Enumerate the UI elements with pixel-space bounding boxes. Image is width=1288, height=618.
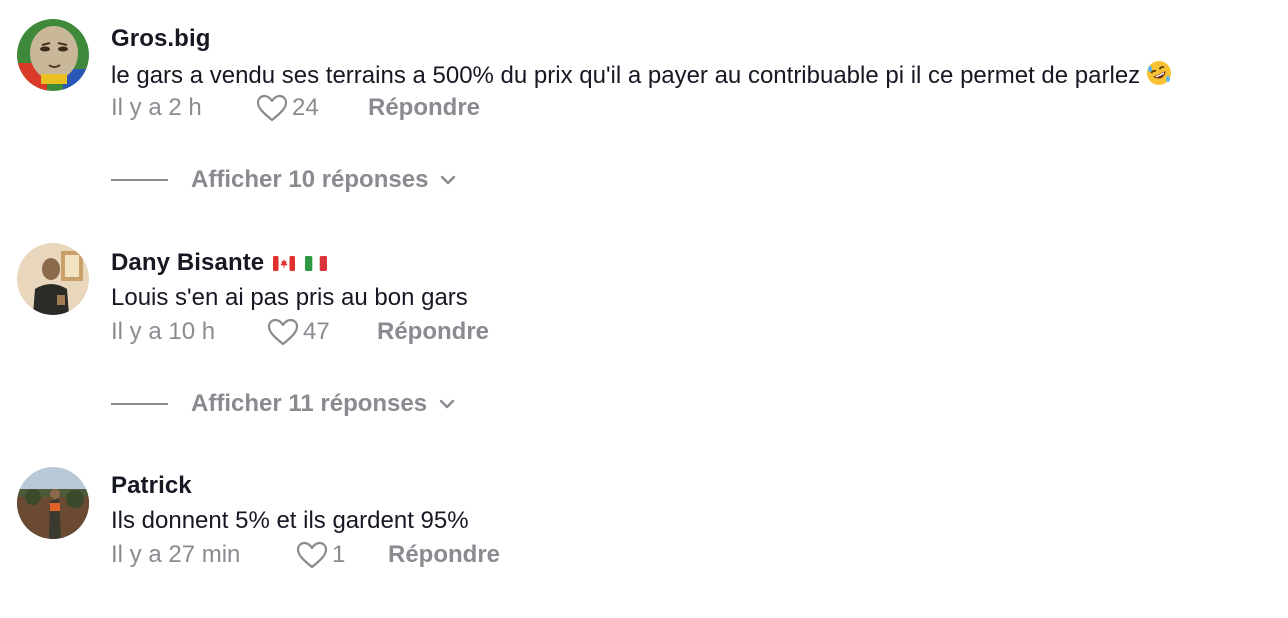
username-text: Patrick <box>111 472 192 499</box>
avatar[interactable] <box>17 467 89 539</box>
heart-icon <box>296 541 328 569</box>
comment-meta: Il y a 27 min 1 Répondre <box>111 541 500 569</box>
reply-button[interactable]: Répondre <box>388 541 500 569</box>
comment-item: Patrick Ils donnent 5% et ils gardent 95… <box>0 0 1288 600</box>
comment-text: Ils donnent 5% et ils gardent 95% <box>111 507 469 535</box>
comment-body: Ils donnent 5% et ils gardent 95% <box>111 507 469 534</box>
like-count: 1 <box>332 541 346 568</box>
like-button[interactable]: 1 <box>296 541 388 569</box>
comment-username[interactable]: Patrick <box>111 472 192 500</box>
comment-timestamp: Il y a 27 min <box>111 541 241 568</box>
